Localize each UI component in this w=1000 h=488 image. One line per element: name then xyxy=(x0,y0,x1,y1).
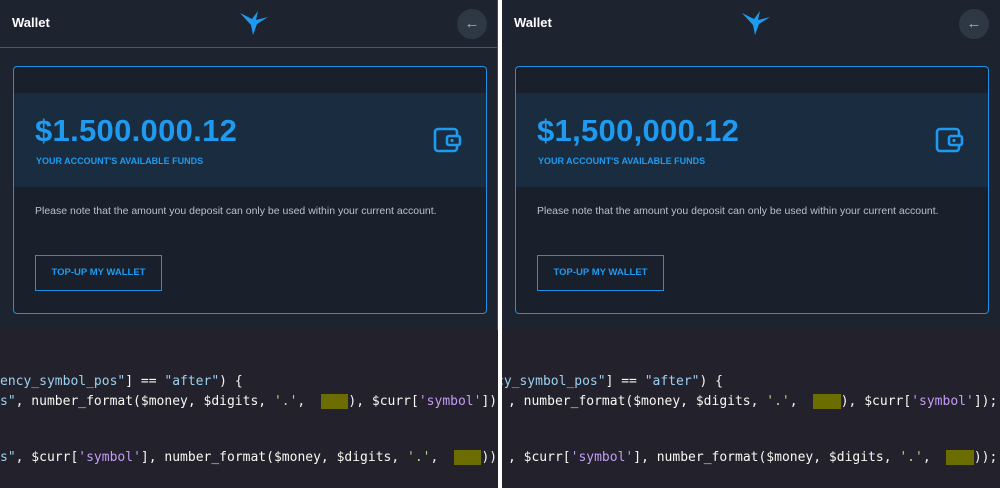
funds-band: $1.500.000.12 YOUR ACCOUNT'S AVAILABLE F… xyxy=(14,93,486,187)
code-line-3: , $curr['symbol'], number_format($money,… xyxy=(508,450,998,465)
app-header: Wallet ← xyxy=(0,0,497,48)
back-button[interactable]: ← xyxy=(959,9,989,39)
right-screenshot: Wallet ← $1,500,000.12 YOUR ACCOUNT'S AV… xyxy=(502,0,1000,488)
funds-band: $1,500,000.12 YOUR ACCOUNT'S AVAILABLE F… xyxy=(516,93,988,187)
hummingbird-logo-icon xyxy=(742,11,770,35)
arrow-left-icon: ← xyxy=(464,15,480,32)
wallet-card: $1.500.000.12 YOUR ACCOUNT'S AVAILABLE F… xyxy=(13,66,487,314)
left-screenshot: Wallet ← $1.500.000.12 YOUR ACCOUNT'S AV… xyxy=(0,0,498,488)
deposit-note: Please note that the amount you deposit … xyxy=(537,205,939,217)
highlighted-separator: '.' xyxy=(453,450,482,465)
code-snippet: ency_symbol_pos"] == "after") { s", numb… xyxy=(0,330,498,488)
code-line-2: s", number_format($money, $digits, '.', … xyxy=(0,394,498,409)
app-header: Wallet ← xyxy=(502,0,1000,48)
funds-label: YOUR ACCOUNT'S AVAILABLE FUNDS xyxy=(538,156,706,166)
code-snippet: cy_symbol_pos"] == "after") { , number_f… xyxy=(502,330,1000,488)
code-line-3: s", $curr['symbol'], number_format($mone… xyxy=(0,450,498,465)
code-line-1: ency_symbol_pos"] == "after") { xyxy=(0,374,243,389)
code-line-1: cy_symbol_pos"] == "after") { xyxy=(502,374,723,389)
code-line-2: , number_format($money, $digits, '.', ',… xyxy=(508,394,998,409)
wallet-icon xyxy=(433,127,462,153)
page-title: Wallet xyxy=(514,15,552,30)
deposit-note: Please note that the amount you deposit … xyxy=(35,205,437,217)
topup-wallet-button[interactable]: TOP-UP MY WALLET xyxy=(35,255,162,291)
arrow-left-icon: ← xyxy=(966,15,982,32)
highlighted-separator: ',' xyxy=(946,450,974,465)
funds-label: YOUR ACCOUNT'S AVAILABLE FUNDS xyxy=(36,156,204,166)
wallet-app: Wallet ← $1.500.000.12 YOUR ACCOUNT'S AV… xyxy=(0,0,498,330)
wallet-app: Wallet ← $1,500,000.12 YOUR ACCOUNT'S AV… xyxy=(502,0,1000,330)
wallet-icon xyxy=(935,127,964,153)
highlighted-separator: '.' xyxy=(320,394,349,409)
back-button[interactable]: ← xyxy=(457,9,487,39)
highlighted-separator: ',' xyxy=(813,394,841,409)
page-title: Wallet xyxy=(12,15,50,30)
available-amount: $1.500.000.12 xyxy=(35,113,238,148)
topup-wallet-button[interactable]: TOP-UP MY WALLET xyxy=(537,255,664,291)
wallet-card: $1,500,000.12 YOUR ACCOUNT'S AVAILABLE F… xyxy=(515,66,989,314)
available-amount: $1,500,000.12 xyxy=(537,113,740,148)
hummingbird-logo-icon xyxy=(240,11,268,35)
